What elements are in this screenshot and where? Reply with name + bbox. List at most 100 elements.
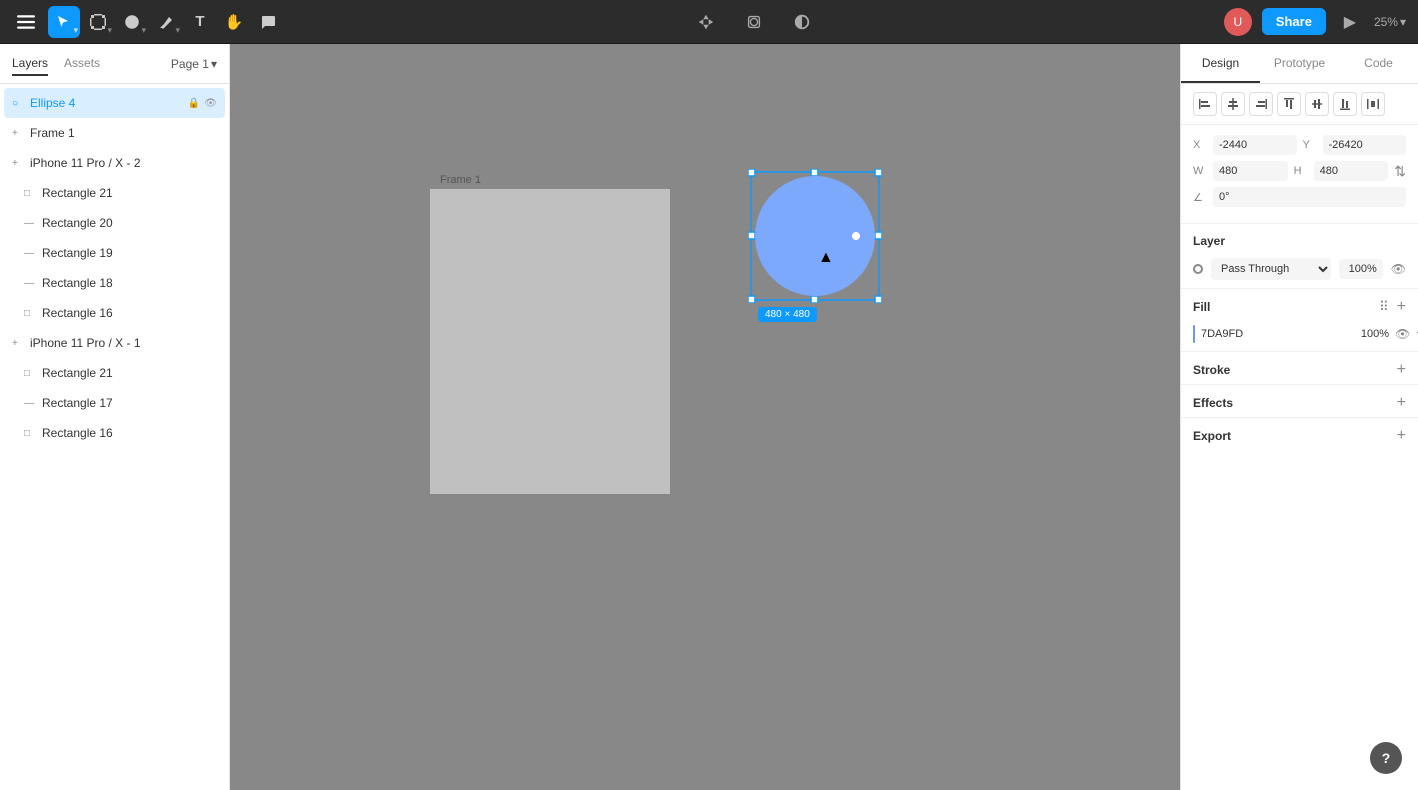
toolbar-right: U Share ▶ 25% ▾ [1224, 8, 1406, 36]
zoom-selector[interactable]: 25% ▾ [1374, 15, 1406, 29]
hand-tool[interactable]: ✋ [218, 6, 250, 38]
layer-name: Frame 1 [30, 126, 217, 140]
canvas-area[interactable]: Frame 1 [230, 44, 1180, 790]
layer-item-rect16b[interactable]: □ Rectangle 16 [4, 418, 225, 448]
layer-item-rect20[interactable]: — Rectangle 20 [4, 208, 225, 238]
fill-hex-input[interactable] [1201, 328, 1343, 340]
h-input[interactable] [1314, 161, 1389, 181]
share-button[interactable]: Share [1262, 8, 1326, 35]
layer-item-rect16a[interactable]: □ Rectangle 16 [4, 298, 225, 328]
layer-name: Rectangle 17 [42, 396, 217, 410]
layer-item-iphone1[interactable]: + iPhone 11 Pro / X - 1 [4, 328, 225, 358]
fill-visibility-icon[interactable]: 👁 [1395, 327, 1410, 341]
menu-icon[interactable] [12, 8, 40, 36]
play-button[interactable]: ▶ [1336, 8, 1364, 36]
export-section-header: Export + [1181, 418, 1418, 450]
fill-opacity-input[interactable] [1349, 328, 1389, 340]
tab-assets[interactable]: Assets [64, 52, 100, 76]
layers-list: ○ Ellipse 4 🔒 👁 + Frame 1 + iPhone 11 Pr… [0, 84, 229, 790]
align-center-h-button[interactable] [1221, 92, 1245, 116]
layer-actions: 🔒 👁 [188, 98, 217, 109]
export-section: Export + [1181, 418, 1418, 450]
component-tool[interactable] [690, 6, 722, 38]
theme-tool[interactable] [786, 6, 818, 38]
layer-item-iphone2[interactable]: + iPhone 11 Pro / X - 2 [4, 148, 225, 178]
select-tool[interactable]: ▾ [48, 6, 80, 38]
stroke-section: Stroke + [1181, 352, 1418, 385]
page-selector[interactable]: Page 1 ▾ [171, 57, 217, 71]
layer-blend-row: Pass Through 👁 [1181, 254, 1418, 288]
fill-color-swatch[interactable] [1193, 325, 1195, 343]
effects-add-button[interactable]: + [1397, 395, 1406, 411]
distribute-h-button[interactable] [1361, 92, 1385, 116]
tab-code[interactable]: Code [1339, 44, 1418, 83]
x-input[interactable] [1213, 135, 1297, 155]
fill-style-icon[interactable]: ⠿ [1379, 299, 1389, 315]
ellipse-group[interactable]: ▲ 480 × 480 [748, 169, 882, 303]
layer-opacity-input[interactable] [1339, 259, 1383, 279]
layer-name: Ellipse 4 [30, 96, 184, 110]
text-tool[interactable]: T [184, 6, 216, 38]
align-bottom-button[interactable] [1333, 92, 1357, 116]
w-input[interactable] [1213, 161, 1288, 181]
comment-tool[interactable] [252, 6, 284, 38]
layer-name: Rectangle 18 [42, 276, 217, 290]
layer-icon-frame: + [12, 158, 26, 169]
layer-name: Rectangle 19 [42, 246, 217, 260]
y-input[interactable] [1323, 135, 1407, 155]
mask-tool[interactable] [738, 6, 770, 38]
frame-rect [430, 189, 670, 494]
blend-indicator [1193, 264, 1203, 274]
export-add-button[interactable]: + [1397, 428, 1406, 444]
layer-icon-ellipse: ○ [12, 98, 26, 109]
layer-item-rect21b[interactable]: □ Rectangle 21 [4, 358, 225, 388]
align-left-button[interactable] [1193, 92, 1217, 116]
right-panel-content: X Y W H ⇅ ∠ [1181, 84, 1418, 740]
layer-name: iPhone 11 Pro / X - 2 [30, 156, 217, 170]
effects-section-header: Effects + [1181, 385, 1418, 417]
constrain-proportions-button[interactable]: ⇅ [1394, 163, 1406, 180]
frame-tool[interactable]: ▾ [82, 6, 114, 38]
toolbar: ▾ ▾ ▾ ▾ T ✋ [0, 0, 1418, 44]
stroke-add-button[interactable]: + [1397, 362, 1406, 378]
visibility-icon[interactable]: 👁 [204, 98, 217, 109]
pen-tool[interactable]: ▾ [150, 6, 182, 38]
angle-label: ∠ [1193, 191, 1207, 204]
align-top-button[interactable] [1277, 92, 1301, 116]
ellipse-svg [748, 169, 882, 303]
shape-tool[interactable]: ▾ [116, 6, 148, 38]
layer-item-rect21a[interactable]: □ Rectangle 21 [4, 178, 225, 208]
stroke-section-title: Stroke [1193, 363, 1230, 377]
frame-label: Frame 1 [440, 174, 481, 186]
layer-item-frame1[interactable]: + Frame 1 [4, 118, 225, 148]
alignment-tools [1181, 84, 1418, 125]
tab-layers[interactable]: Layers [12, 52, 48, 76]
blend-mode-select[interactable]: Pass Through [1211, 258, 1331, 280]
lock-icon[interactable]: 🔒 [188, 98, 200, 109]
layer-visibility-icon[interactable]: 👁 [1391, 262, 1406, 276]
selection-box [748, 169, 882, 303]
layer-icon-rect: — [24, 278, 38, 289]
tab-design[interactable]: Design [1181, 44, 1260, 83]
align-middle-button[interactable] [1305, 92, 1329, 116]
angle-input[interactable] [1213, 187, 1406, 207]
layer-item-rect17[interactable]: — Rectangle 17 [4, 388, 225, 418]
align-right-button[interactable] [1249, 92, 1273, 116]
layer-item-rect19[interactable]: — Rectangle 19 [4, 238, 225, 268]
right-panel-tabs: Design Prototype Code [1181, 44, 1418, 84]
main-area: Layers Assets Page 1 ▾ ○ Ellipse 4 🔒 👁 +… [0, 44, 1418, 790]
layer-name: Rectangle 21 [42, 186, 217, 200]
layer-icon-rect: □ [24, 428, 38, 439]
size-badge: 480 × 480 [758, 307, 817, 322]
layer-icon-rect: □ [24, 368, 38, 379]
layer-item-rect18[interactable]: — Rectangle 18 [4, 268, 225, 298]
help-button[interactable]: ? [1370, 742, 1402, 774]
tool-group-select: ▾ ▾ ▾ ▾ T ✋ [48, 6, 284, 38]
layer-name: Rectangle 16 [42, 426, 217, 440]
fill-add-button[interactable]: + [1397, 299, 1406, 315]
w-label: W [1193, 165, 1207, 177]
fill-section: Fill ⠿ + 👁 − [1181, 289, 1418, 352]
tab-prototype[interactable]: Prototype [1260, 44, 1339, 83]
layer-item-ellipse4[interactable]: ○ Ellipse 4 🔒 👁 [4, 88, 225, 118]
layer-icon-rect: — [24, 398, 38, 409]
